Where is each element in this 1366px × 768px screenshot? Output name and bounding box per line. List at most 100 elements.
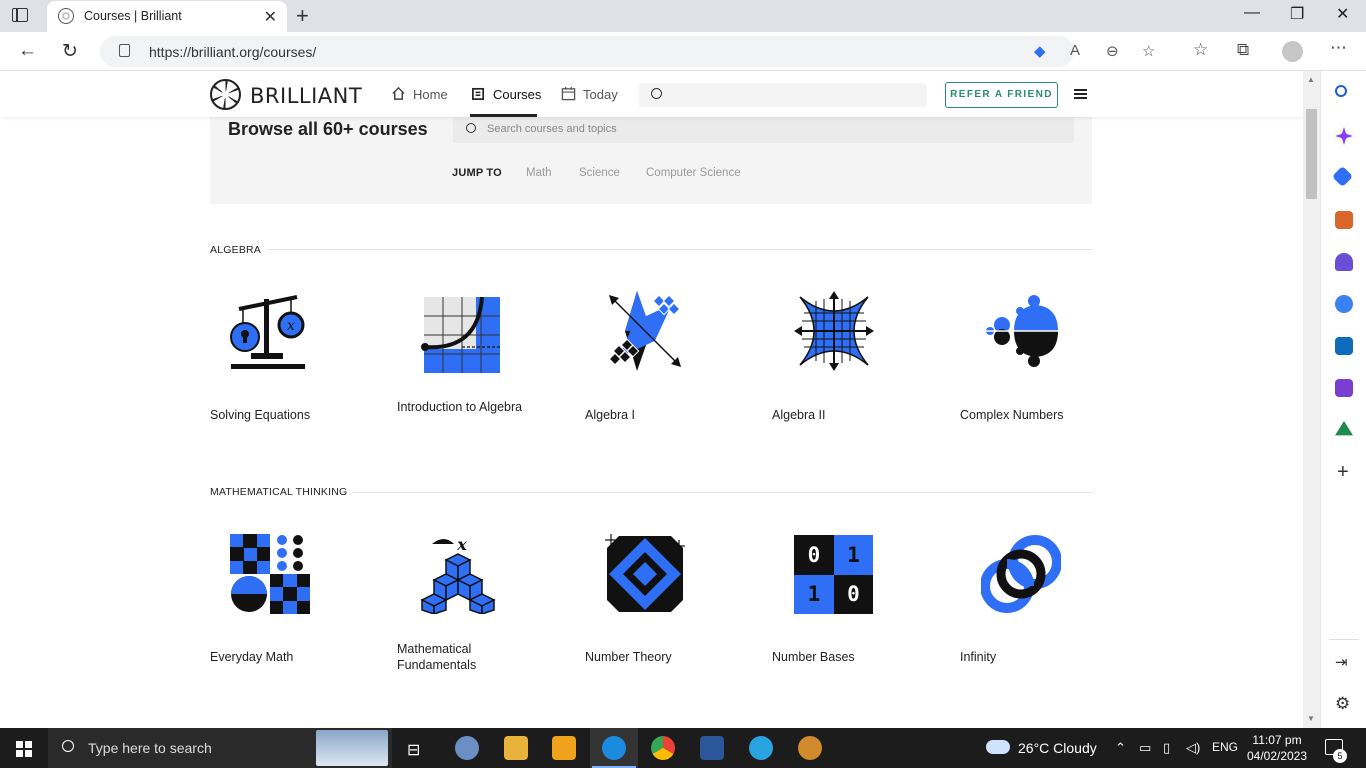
tree-icon[interactable]	[1335, 421, 1353, 436]
scroll-down-icon[interactable]: ▼	[1307, 714, 1315, 723]
course-everyday-math[interactable]: Everyday Math	[210, 649, 350, 665]
games-icon[interactable]	[1335, 253, 1353, 271]
course-search-input[interactable]: Search courses and topics	[453, 115, 1074, 143]
collections-icon[interactable]: ⧉	[1237, 40, 1249, 60]
back-icon[interactable]: ←	[18, 40, 37, 62]
url-text: https://brilliant.org/courses/	[149, 44, 317, 60]
microsoft-store-icon[interactable]	[552, 736, 576, 760]
browser-tab-bar: Courses | Brilliant ✕ + — ❐ ✕	[0, 0, 1366, 32]
courses-icon	[472, 87, 485, 100]
mathematical-fundamentals-icon[interactable]: x	[418, 534, 498, 614]
introduction-to-algebra-icon[interactable]	[420, 293, 500, 373]
number-bases-icon[interactable]: 0 1 1 0	[794, 535, 873, 614]
header-search-input[interactable]	[639, 83, 927, 107]
nav-home[interactable]: Home	[413, 87, 448, 102]
search-icon	[651, 88, 662, 99]
more-options-icon[interactable]: ⋯	[1330, 38, 1347, 58]
tools-icon[interactable]	[1335, 211, 1353, 229]
app-icon-paint[interactable]	[455, 736, 479, 760]
refer-a-friend-button[interactable]: REFER A FRIEND	[945, 82, 1058, 108]
close-tab-icon[interactable]: ✕	[264, 7, 277, 27]
tab-actions-icon[interactable]	[12, 8, 28, 22]
copilot-icon[interactable]	[1335, 127, 1353, 145]
everyday-math-icon[interactable]	[230, 534, 310, 614]
language-indicator[interactable]: ENG	[1212, 740, 1238, 754]
clock-date: 04/02/2023	[1246, 749, 1308, 763]
file-explorer-icon[interactable]	[504, 736, 528, 760]
section-divider	[353, 492, 1092, 493]
course-infinity[interactable]: Infinity	[960, 649, 1100, 665]
taskbar-search-input[interactable]: Type here to search	[48, 728, 392, 768]
profile-avatar[interactable]	[1282, 41, 1303, 62]
course-mathematical-fundamentals[interactable]: Mathematical Fundamentals	[397, 641, 537, 673]
page-scrollbar[interactable]: ▲ ▼	[1303, 71, 1320, 728]
windows-start-icon[interactable]	[16, 741, 32, 757]
close-window-icon[interactable]: ✕	[1336, 4, 1349, 24]
app-icon-fox[interactable]	[798, 736, 822, 760]
outlook-icon[interactable]	[1335, 337, 1353, 355]
solving-equations-icon[interactable]: x	[229, 291, 309, 371]
hide-sidebar-icon[interactable]: ⇥	[1335, 653, 1348, 671]
new-tab-icon[interactable]: +	[296, 3, 309, 29]
number-theory-icon[interactable]	[605, 534, 685, 614]
telegram-icon[interactable]	[749, 736, 773, 760]
number-bases-cell: 1	[794, 575, 834, 614]
url-field[interactable]: https://brilliant.org/courses/ ◆ A ⊖ ☆	[100, 36, 1155, 67]
zoom-icon[interactable]: ⊖	[1106, 42, 1119, 60]
browse-title: Browse all 60+ courses	[228, 119, 428, 139]
course-introduction-to-algebra[interactable]: Introduction to Algebra	[397, 399, 537, 415]
add-sidebar-app-icon[interactable]: +	[1337, 461, 1349, 484]
notification-count-badge: 5	[1333, 749, 1347, 763]
read-aloud-icon[interactable]: A	[1070, 42, 1080, 59]
shopping-icon[interactable]	[1331, 165, 1354, 188]
jump-link-science[interactable]: Science	[579, 167, 620, 179]
chrome-icon[interactable]	[651, 736, 675, 760]
search-icon[interactable]	[1335, 85, 1353, 103]
scroll-up-icon[interactable]: ▲	[1307, 75, 1315, 84]
show-hidden-icons-icon[interactable]: ⌃	[1115, 740, 1126, 756]
word-icon[interactable]	[700, 736, 724, 760]
course-algebra-i[interactable]: Algebra I	[585, 407, 725, 423]
section-divider	[268, 249, 1092, 250]
algebra-ii-icon[interactable]	[794, 291, 874, 371]
shopping-tag-icon[interactable]: ◆	[1034, 42, 1046, 60]
favorites-icon[interactable]: ☆	[1193, 40, 1208, 60]
volume-icon[interactable]: ◁)	[1186, 740, 1200, 756]
battery-icon[interactable]: ▯	[1163, 740, 1170, 756]
restore-icon[interactable]: ❐	[1290, 4, 1304, 24]
minimize-icon[interactable]: —	[1244, 4, 1260, 22]
search-icon	[62, 740, 74, 752]
menu-icon[interactable]	[1074, 89, 1087, 99]
course-algebra-ii[interactable]: Algebra II	[772, 407, 912, 423]
logo-text[interactable]: BRILLIANT	[250, 84, 362, 108]
add-favorite-icon[interactable]: ☆	[1142, 42, 1155, 60]
network-icon[interactable]: ▭	[1139, 740, 1151, 756]
weather-text[interactable]: 26°C Cloudy	[1018, 740, 1097, 756]
scroll-thumb[interactable]	[1306, 109, 1317, 199]
refresh-icon[interactable]: ↻	[62, 40, 78, 63]
course-number-theory[interactable]: Number Theory	[585, 649, 725, 665]
calendar-icon	[561, 86, 576, 101]
clock-time: 11:07 pm	[1252, 733, 1302, 747]
microsoft-365-icon[interactable]	[1335, 295, 1353, 313]
course-number-bases[interactable]: Number Bases	[772, 649, 912, 665]
complex-numbers-icon[interactable]	[980, 291, 1060, 371]
taskbar-clock[interactable]: 11:07 pm 04/02/2023	[1244, 732, 1310, 764]
nav-today[interactable]: Today	[583, 87, 618, 102]
taskbar-search-placeholder: Type here to search	[88, 740, 212, 756]
designer-icon[interactable]	[1335, 379, 1353, 397]
jump-link-math[interactable]: Math	[526, 167, 552, 179]
jump-link-computer-science[interactable]: Computer Science	[646, 167, 741, 179]
course-solving-equations[interactable]: Solving Equations	[210, 407, 350, 423]
nav-courses[interactable]: Courses	[493, 87, 541, 102]
brilliant-logo-icon[interactable]	[210, 79, 241, 110]
search-icon	[466, 123, 476, 133]
settings-gear-icon[interactable]: ⚙	[1335, 694, 1350, 714]
task-view-icon[interactable]: ⊟	[407, 740, 420, 760]
number-bases-cell: 0	[794, 535, 834, 575]
edge-browser-icon[interactable]	[602, 736, 626, 760]
algebra-i-icon[interactable]	[605, 291, 685, 371]
course-complex-numbers[interactable]: Complex Numbers	[960, 407, 1100, 423]
infinity-icon[interactable]	[981, 534, 1061, 614]
browser-tab[interactable]: Courses | Brilliant ✕	[47, 1, 287, 32]
